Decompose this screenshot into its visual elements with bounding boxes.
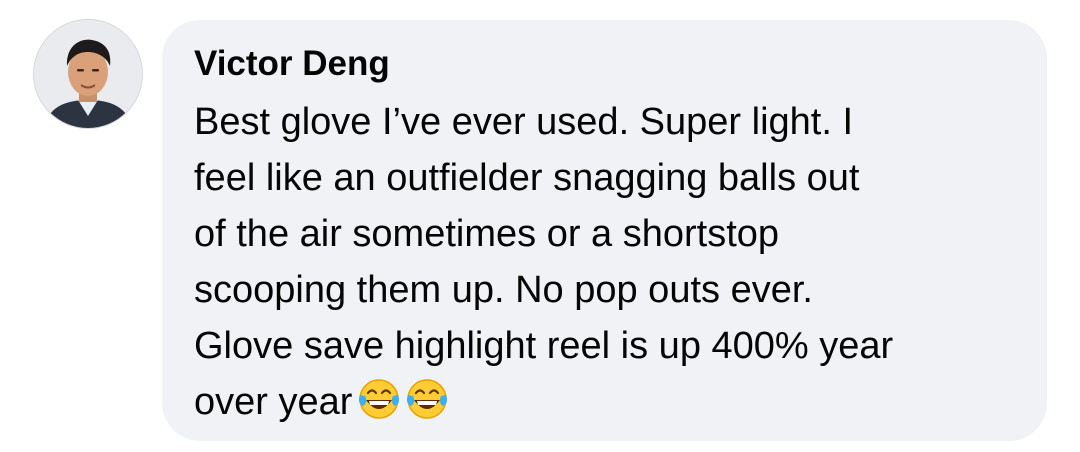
profile-photo-icon xyxy=(34,20,142,128)
comment-line: scooping them up. No pop outs ever. xyxy=(194,269,813,311)
comment-last-line: over year xyxy=(194,374,1017,438)
comment-text: Best glove I’ve ever used. Super light. … xyxy=(194,94,1017,438)
comment-line: over year xyxy=(194,381,353,423)
comment-author-name[interactable]: Victor Deng xyxy=(194,42,1017,86)
face-with-tears-of-joy-icon xyxy=(407,379,448,419)
comment-line: Glove save highlight reel is up 400% yea… xyxy=(194,325,894,367)
avatar[interactable] xyxy=(34,20,142,128)
emoji-group xyxy=(356,376,452,438)
comment-line: of the air sometimes or a shortstop xyxy=(194,213,780,255)
comment-line: feel like an outfielder snagging balls o… xyxy=(194,157,860,199)
face-with-tears-of-joy-icon xyxy=(359,379,400,419)
comment-line: Best glove I’ve ever used. Super light. … xyxy=(194,101,854,143)
comment-bubble: Victor Deng Best glove I’ve ever used. S… xyxy=(162,20,1047,441)
